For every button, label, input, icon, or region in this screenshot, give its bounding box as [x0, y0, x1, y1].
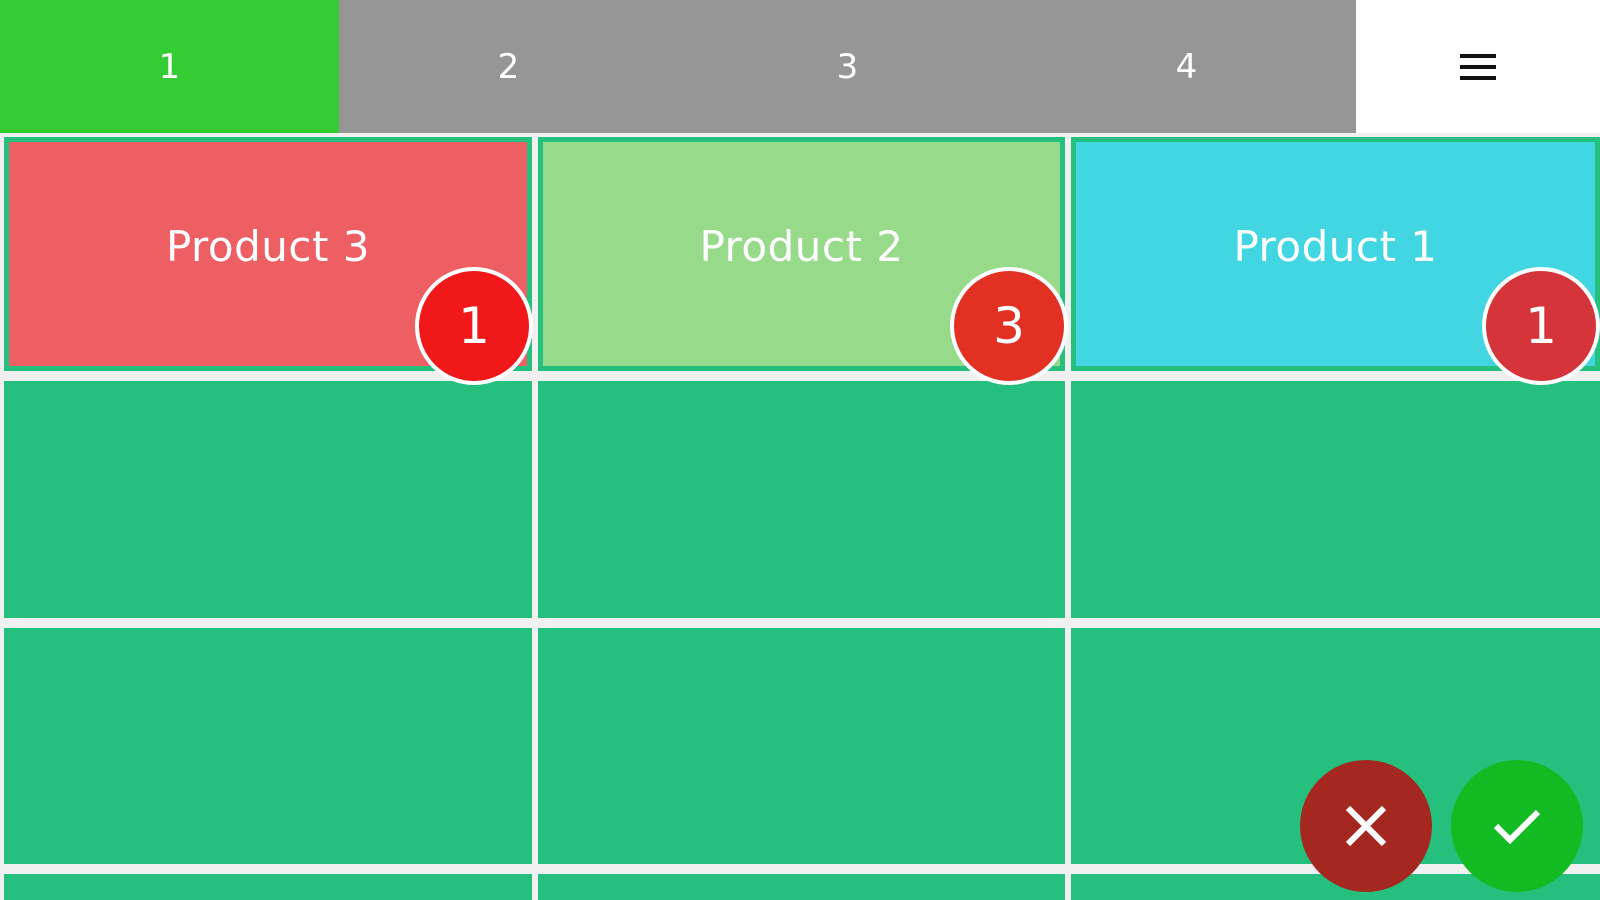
- quantity-badge-product-1: 1: [1482, 267, 1600, 385]
- tab-page-4[interactable]: 4: [1017, 0, 1356, 133]
- tab-page-3[interactable]: 3: [678, 0, 1017, 133]
- product-name: Product 3: [165, 221, 371, 271]
- cancel-button[interactable]: [1300, 760, 1432, 892]
- quantity-badge-product-3: 1: [415, 267, 533, 385]
- pos-screen: 1 2 3 4 Product 3 Product 2 Product 1 1 …: [0, 0, 1600, 900]
- product-name: Product 2: [699, 221, 904, 271]
- close-icon: [1345, 805, 1387, 847]
- tab-page-2[interactable]: 2: [339, 0, 678, 133]
- product-name: Product 1: [1233, 221, 1438, 271]
- tab-page-1[interactable]: 1: [0, 0, 339, 133]
- empty-tile[interactable]: [4, 628, 532, 864]
- empty-tile[interactable]: [538, 628, 1065, 864]
- empty-tile[interactable]: [4, 381, 532, 618]
- empty-tile[interactable]: [1071, 381, 1600, 618]
- page-tab-bar: 1 2 3 4: [0, 0, 1600, 133]
- empty-tile[interactable]: [538, 381, 1065, 618]
- empty-tile[interactable]: [4, 874, 532, 900]
- hamburger-menu-icon: [1460, 53, 1496, 80]
- empty-tile[interactable]: [538, 874, 1065, 900]
- confirm-button[interactable]: [1451, 760, 1583, 892]
- menu-button[interactable]: [1356, 0, 1600, 133]
- check-icon: [1493, 809, 1541, 845]
- quantity-badge-product-2: 3: [950, 267, 1068, 385]
